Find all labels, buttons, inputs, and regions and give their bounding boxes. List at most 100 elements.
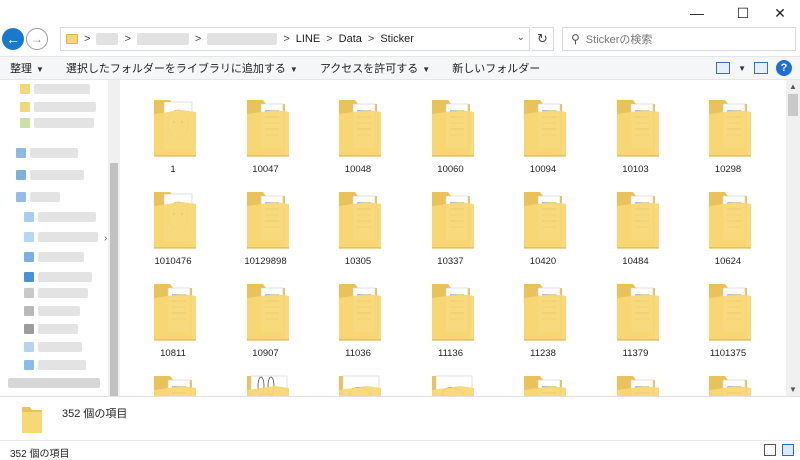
folder-tile[interactable]: 11379 (593, 268, 679, 360)
folder-tile[interactable]: 11238 (500, 268, 586, 360)
folder-tile[interactable]: 10337 (408, 176, 494, 268)
nav-item[interactable] (20, 102, 96, 114)
arrow-right-icon: → (31, 32, 43, 46)
nav-item-label (30, 192, 60, 202)
nav-item[interactable] (24, 360, 86, 372)
nav-item-label (34, 118, 94, 128)
dropdown-arrow-icon[interactable]: ▼ (738, 64, 746, 73)
folder-icon (616, 376, 659, 396)
status-bar: 352 個の項目 (0, 440, 800, 460)
nav-item[interactable] (24, 288, 88, 300)
folder-tile[interactable]: 10047 (223, 84, 309, 176)
nav-item[interactable] (16, 170, 84, 182)
drive-icon (24, 306, 34, 316)
folder-tile[interactable] (593, 360, 679, 396)
share-access-button[interactable]: アクセスを許可する ▼ (320, 60, 430, 76)
preview-pane-icon[interactable] (754, 62, 768, 74)
folder-name: 10048 (344, 164, 372, 175)
folder-name: 10337 (437, 256, 464, 267)
folder-name: 11238 (530, 348, 556, 359)
folder-tile[interactable]: 1 (130, 84, 216, 176)
folder-tile[interactable]: 10624 (685, 176, 771, 268)
drive-icon (24, 288, 34, 298)
chevron-down-icon[interactable]: ⌄ (517, 32, 525, 43)
nav-item[interactable] (16, 192, 60, 204)
scroll-up-icon[interactable]: ▲ (789, 82, 797, 91)
breadcrumb-sticker[interactable]: Sticker (380, 33, 414, 45)
folder-tile[interactable]: 10811 (130, 268, 216, 360)
folder-tile[interactable] (130, 360, 216, 396)
address-bar[interactable]: > > > > LINE > Data > Sticker ⌄ (60, 27, 530, 51)
scrollbar-thumb[interactable] (110, 163, 118, 408)
folder-tile[interactable] (223, 360, 309, 396)
folder-icon (154, 192, 196, 249)
folder-tile[interactable] (408, 360, 494, 396)
nav-item[interactable] (16, 148, 78, 160)
folder-tile[interactable]: 10907 (223, 268, 309, 360)
folder-name: 10047 (252, 164, 279, 175)
folder-tile[interactable]: 10298 (685, 84, 771, 176)
scrollbar-thumb[interactable] (788, 94, 798, 116)
nav-item[interactable] (8, 378, 100, 390)
folder-name: 10420 (529, 256, 557, 267)
new-folder-button[interactable]: 新しいフォルダー (452, 60, 540, 76)
nav-item-label (30, 170, 84, 180)
breadcrumb-data[interactable]: Data (339, 33, 362, 45)
folder-tile[interactable]: 10305 (315, 176, 401, 268)
folder-tile[interactable]: 10484 (593, 176, 679, 268)
folder-tile[interactable] (315, 360, 401, 396)
nav-item[interactable] (24, 252, 84, 264)
details-pane: 352 個の項目 (0, 396, 800, 440)
folder-name: 10484 (622, 256, 649, 267)
folder-icon (616, 284, 659, 341)
nav-item[interactable] (24, 232, 98, 244)
breadcrumb-separator: > (326, 33, 333, 45)
help-icon[interactable]: ? (776, 60, 792, 76)
file-grid: 1 10047 10048 10060 10094 10103 10298 1010476 10… (122, 80, 786, 396)
large-icons-view-icon[interactable] (782, 444, 794, 456)
folder-tile[interactable]: 10048 (315, 84, 401, 176)
breadcrumb-separator: > (283, 33, 290, 45)
folder-tile[interactable]: 10129898 (223, 176, 309, 268)
close-button[interactable]: ✕ (760, 0, 800, 26)
nav-pane-scrollbar[interactable] (108, 80, 120, 408)
file-grid-scrollbar[interactable]: ▲ ▼ (786, 80, 800, 396)
change-view-icon[interactable] (716, 62, 731, 74)
folder-tile[interactable] (685, 360, 771, 396)
nav-item[interactable] (24, 324, 78, 336)
folder-tile[interactable]: 1101375 (685, 268, 771, 360)
folder-tile[interactable]: 10060 (408, 84, 494, 176)
breadcrumb-line[interactable]: LINE (296, 33, 320, 45)
add-to-library-button[interactable]: 選択したフォルダーをライブラリに追加する ▼ (66, 60, 298, 76)
back-button[interactable]: ← (2, 28, 24, 50)
folder-tile[interactable]: 10103 (593, 84, 679, 176)
folder-tile[interactable]: 1010476 (130, 176, 216, 268)
folder-tile[interactable]: 10094 (500, 84, 586, 176)
nav-item[interactable] (24, 342, 82, 354)
nav-item[interactable] (24, 272, 92, 284)
folder-tile[interactable]: 10420 (500, 176, 586, 268)
folder-icon (154, 100, 196, 157)
details-view-icon[interactable] (764, 444, 776, 456)
folder-icon (616, 192, 659, 249)
nav-item-label (38, 272, 92, 282)
organize-button[interactable]: 整理 ▼ (10, 60, 44, 76)
drive-icon (16, 148, 26, 158)
chevron-right-icon[interactable]: › (104, 233, 107, 244)
folder-tile[interactable] (500, 360, 586, 396)
scroll-down-icon[interactable]: ▼ (789, 385, 797, 394)
minimize-button[interactable]: — (674, 0, 720, 26)
folder-tile[interactable]: 11136 (408, 268, 494, 360)
folder-tile[interactable]: 11036 (315, 268, 401, 360)
search-input[interactable]: ⚲ Stickerの検索 (562, 27, 796, 51)
breadcrumb-separator: > (84, 33, 91, 45)
nav-item[interactable] (20, 118, 94, 130)
forward-button[interactable]: → (26, 28, 48, 50)
folder-icon (66, 34, 78, 44)
folder-icon (616, 100, 659, 157)
folder-icon (524, 100, 566, 157)
nav-item[interactable] (20, 84, 90, 96)
nav-item[interactable] (24, 306, 80, 318)
refresh-button[interactable]: ↻ (532, 27, 554, 51)
nav-item[interactable] (24, 212, 96, 224)
